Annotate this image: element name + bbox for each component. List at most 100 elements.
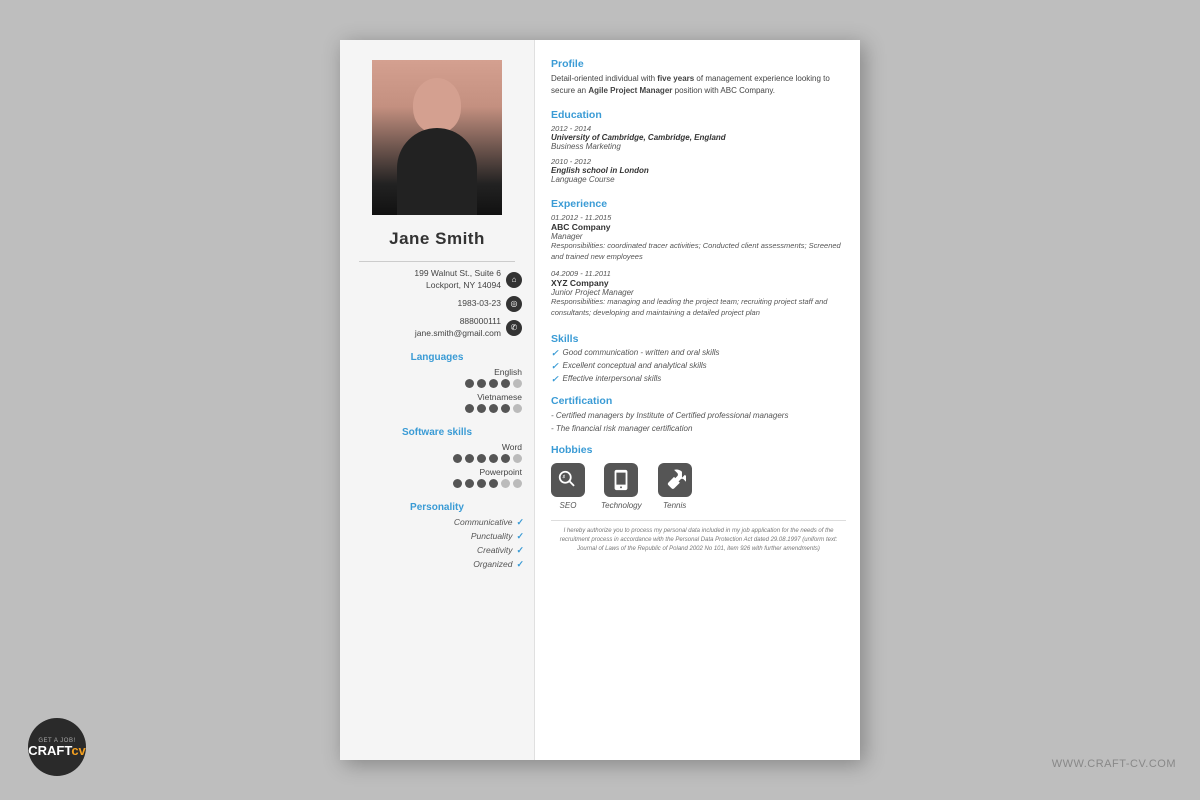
contact-dob: 1983-03-23 ◎ — [340, 294, 534, 314]
lang-vietnamese-dots — [465, 404, 522, 413]
personality-creativity: Creativity ✓ — [340, 545, 534, 556]
personality-communicative-label: Communicative — [454, 517, 513, 527]
skill-item-3: ✓ Effective interpersonal skills — [551, 374, 846, 385]
svg-text:$: $ — [562, 475, 566, 480]
dot — [453, 454, 462, 463]
dot — [501, 379, 510, 388]
brand-craft-text: CRAFTcv — [28, 744, 86, 757]
experience-title: Experience — [551, 198, 846, 210]
hobby-tennis: Tennis — [658, 463, 692, 510]
dob-text: 1983-03-23 — [458, 298, 501, 310]
dot-empty — [513, 404, 522, 413]
edu-block-1: 2012 - 2014 University of Cambridge, Cam… — [551, 124, 846, 151]
check-organized: ✓ — [516, 559, 524, 570]
tennis-icon — [658, 463, 692, 497]
lang-vietnamese: Vietnamese — [340, 392, 534, 413]
profile-text: Detail-oriented individual with five yea… — [551, 73, 846, 97]
birthday-icon: ◎ — [506, 296, 522, 312]
exp-title-1: Manager — [551, 232, 846, 241]
hobby-seo: $ SEO — [551, 463, 585, 510]
hobby-tennis-label: Tennis — [663, 501, 686, 510]
skill-powerpoint-label: Powerpoint — [479, 467, 522, 477]
education-title: Education — [551, 109, 846, 121]
dot-empty — [513, 454, 522, 463]
skill-text-2: Excellent conceptual and analytical skil… — [563, 361, 707, 370]
skill-item-1: ✓ Good communication - written and oral … — [551, 348, 846, 359]
hobby-technology-label: Technology — [601, 501, 642, 510]
exp-desc-1: Responsibilities: coordinated tracer act… — [551, 241, 846, 262]
dot-empty — [501, 479, 510, 488]
check-punctuality: ✓ — [516, 531, 524, 542]
exp-title-2: Junior Project Manager — [551, 288, 846, 297]
dot — [477, 379, 486, 388]
skills-title: Skills — [551, 333, 846, 345]
personality-creativity-label: Creativity — [477, 545, 512, 555]
lang-vietnamese-label: Vietnamese — [477, 392, 522, 402]
home-icon: ⌂ — [506, 272, 522, 288]
edu-block-2: 2010 - 2012 English school in London Lan… — [551, 157, 846, 184]
personality-communicative: Communicative ✓ — [340, 517, 534, 528]
check-communicative: ✓ — [516, 517, 524, 528]
personality-organized: Organized ✓ — [340, 559, 534, 570]
profile-title: Profile — [551, 58, 846, 70]
hobbies-row: $ SEO Technology Tenni — [551, 463, 846, 510]
dot — [489, 379, 498, 388]
dot — [477, 479, 486, 488]
exp-company-2: XYZ Company — [551, 278, 846, 288]
skill-text-1: Good communication - written and oral sk… — [563, 348, 720, 357]
exp-dates-1: 01.2012 - 11.2015 — [551, 213, 846, 222]
check-creativity: ✓ — [516, 545, 524, 556]
dot — [465, 404, 474, 413]
exp-block-1: 01.2012 - 11.2015 ABC Company Manager Re… — [551, 213, 846, 262]
edu-dates-2: 2010 - 2012 — [551, 157, 846, 166]
lang-english-label: English — [494, 367, 522, 377]
contact-phone-email: 888000111 jane.smith@gmail.com ✆ — [340, 314, 534, 342]
address-text: 199 Walnut St., Suite 6 Lockport, NY 140… — [414, 268, 501, 292]
dot — [477, 404, 486, 413]
dot — [465, 454, 474, 463]
exp-desc-2: Responsibilities: managing and leading t… — [551, 297, 846, 318]
cv-document: Jane Smith 199 Walnut St., Suite 6 Lockp… — [340, 40, 860, 760]
personality-punctuality-label: Punctuality — [471, 531, 513, 541]
certification-title: Certification — [551, 395, 846, 407]
brand-logo: GET A JOB! CRAFTcv — [28, 718, 86, 776]
edu-institution-1: University of Cambridge, Cambridge, Engl… — [551, 133, 846, 142]
personality-organized-label: Organized — [473, 559, 512, 569]
exp-company-1: ABC Company — [551, 222, 846, 232]
software-title: Software skills — [340, 427, 534, 438]
dot — [453, 479, 462, 488]
dot-empty — [513, 379, 522, 388]
person-name: Jane Smith — [389, 229, 485, 249]
skill-check-1: ✓ — [551, 348, 559, 359]
contact-address: 199 Walnut St., Suite 6 Lockport, NY 140… — [340, 266, 534, 294]
personality-punctuality: Punctuality ✓ — [340, 531, 534, 542]
footer-text: I hereby authorize you to process my per… — [551, 520, 846, 554]
hobby-technology: Technology — [601, 463, 642, 510]
skill-word-label: Word — [502, 442, 522, 452]
exp-block-2: 04.2009 - 11.2011 XYZ Company Junior Pro… — [551, 269, 846, 318]
photo-area — [372, 60, 502, 215]
dot — [489, 454, 498, 463]
phone-icon: ✆ — [506, 320, 522, 336]
dot — [477, 454, 486, 463]
hobby-seo-label: SEO — [560, 501, 577, 510]
languages-title: Languages — [340, 352, 534, 363]
divider-1 — [359, 261, 514, 262]
cert-item-1: - Certified managers by Institute of Cer… — [551, 410, 846, 421]
edu-dates-1: 2012 - 2014 — [551, 124, 846, 133]
exp-dates-2: 04.2009 - 11.2011 — [551, 269, 846, 278]
technology-icon — [604, 463, 638, 497]
edu-institution-2: English school in London — [551, 166, 846, 175]
skill-text-3: Effective interpersonal skills — [563, 374, 662, 383]
edu-course-1: Business Marketing — [551, 142, 846, 151]
brand-cv-span: cv — [71, 743, 85, 758]
dot-empty — [513, 479, 522, 488]
profile-photo — [372, 60, 502, 215]
skill-word-dots — [453, 454, 522, 463]
phone-email-text: 888000111 jane.smith@gmail.com — [415, 316, 501, 340]
skill-check-2: ✓ — [551, 361, 559, 372]
skill-check-3: ✓ — [551, 374, 559, 385]
skill-powerpoint-dots — [453, 479, 522, 488]
lang-english-dots — [465, 379, 522, 388]
skill-powerpoint: Powerpoint — [340, 467, 534, 488]
